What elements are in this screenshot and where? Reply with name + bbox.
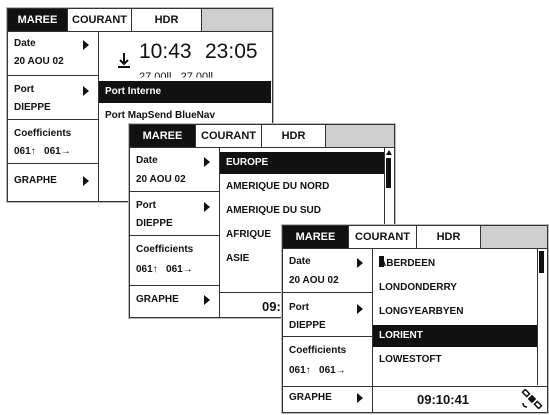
sidebar: Date 20 AOU 02 Port DIEPPE Coefficients … [130,148,220,317]
scroll-thumb[interactable] [539,251,544,273]
low-tide-time: 23:05 [205,40,258,63]
date-value: 20 AOU 02 [14,56,64,67]
satellite-icon [521,388,543,410]
coefficients-label: Coefficients [136,244,194,255]
current-time: 09: [262,299,281,314]
sidebar: Date 20 AOU 02 Port DIEPPE Coefficients … [8,32,99,201]
port-label: Port [14,84,34,95]
port-list-item[interactable]: LOWESTOFT [373,349,537,371]
arrow-right-icon [83,40,89,50]
tab-courant[interactable]: COURANT [196,125,262,147]
sidebar-item-date[interactable]: Date 20 AOU 02 [8,32,98,76]
region-item[interactable]: AMERIQUE DU SUD [220,200,384,222]
region-item[interactable]: EUROPE [220,152,384,174]
scrollbar[interactable] [537,249,546,385]
port-label: Port [136,200,156,211]
date-label: Date [136,155,158,166]
tab-hdr[interactable]: HDR [132,9,202,31]
sidebar-item-coefficients[interactable]: Coefficients 061↑ 061→ [130,236,219,286]
tide-icon [117,53,131,69]
tab-maree[interactable]: MAREE [8,9,68,31]
sidebar-item-date[interactable]: Date 20 AOU 02 [283,249,372,293]
port-list-item[interactable]: LONDONDERRY [373,277,537,299]
coefficients-value: 061↑ 061→ [289,365,346,376]
arrow-right-icon [357,393,363,403]
coefficients-label: Coefficients [289,345,347,356]
port-list-item[interactable]: ABERDEEN [373,253,537,275]
dropdown-item-port-interne[interactable]: Port Interne [99,81,271,103]
sidebar: Date 20 AOU 02 Port DIEPPE Coefficients … [283,249,373,412]
tab-courant[interactable]: COURANT [68,9,132,31]
port-list-item[interactable]: LORIENT [373,325,537,347]
tab-hdr[interactable]: HDR [417,226,481,248]
scroll-thumb[interactable] [386,158,391,188]
port-dropdown: Port Interne Port MapSend BlueNav [99,81,271,125]
port-label: Port [289,302,309,313]
port-value: DIEPPE [289,320,326,331]
tab-hdr[interactable]: HDR [262,125,326,147]
tab-bar: MAREE COURANT HDR [8,9,272,32]
graphe-label: GRAPHE [136,294,179,305]
date-label: Date [14,38,36,49]
scroll-up-icon[interactable] [386,150,392,155]
arrow-right-icon [204,202,210,212]
date-label: Date [289,256,311,267]
tab-bar: MAREE COURANT HDR [283,226,547,249]
sidebar-item-graphe[interactable]: GRAPHE [130,286,219,316]
graphe-label: GRAPHE [289,392,332,403]
tab-bar: MAREE COURANT HDR [130,125,394,148]
sidebar-item-date[interactable]: Date 20 AOU 02 [130,148,219,192]
sidebar-item-port[interactable]: Port DIEPPE [130,192,219,236]
date-value: 20 AOU 02 [289,275,339,286]
date-value: 20 AOU 02 [136,174,186,185]
region-item[interactable]: AMERIQUE DU NORD [220,176,384,198]
sidebar-item-coefficients[interactable]: Coefficients 061↑ 061→ [283,337,372,387]
arrow-right-icon [357,258,363,268]
sidebar-item-graphe[interactable]: GRAPHE [283,387,372,411]
port-value: DIEPPE [14,102,51,113]
port-value: DIEPPE [136,218,173,229]
arrow-right-icon [204,295,210,305]
tide-screen-3: MAREE COURANT HDR Date 20 AOU 02 Port DI… [282,225,548,413]
sidebar-item-port[interactable]: Port DIEPPE [8,76,98,120]
tab-courant[interactable]: COURANT [349,226,417,248]
sidebar-item-coefficients[interactable]: Coefficients 061↑ 061→ [8,120,98,164]
graphe-label: GRAPHE [14,175,57,186]
arrow-right-icon [83,176,89,186]
tab-maree[interactable]: MAREE [130,125,196,147]
sidebar-item-port[interactable]: Port DIEPPE [283,293,372,337]
footer-bar: 09:10:41 [373,386,547,412]
port-list-item[interactable]: LONGYEARBYEN [373,301,537,323]
coefficients-value: 061↑ 061→ [136,264,193,275]
arrow-right-icon [357,304,363,314]
coefficients-value: 061↑ 061→ [14,146,71,157]
current-time: 09:10:41 [417,392,470,407]
coefficients-label: Coefficients [14,128,72,139]
tab-maree[interactable]: MAREE [283,226,349,248]
port-list: ABERDEEN LONDONDERRY LONGYEARBYEN LORIEN… [373,249,546,385]
sidebar-item-graphe[interactable]: GRAPHE [8,164,98,200]
arrow-right-icon [83,86,89,96]
high-tide-time: 10:43 [139,40,192,63]
arrow-right-icon [204,157,210,167]
